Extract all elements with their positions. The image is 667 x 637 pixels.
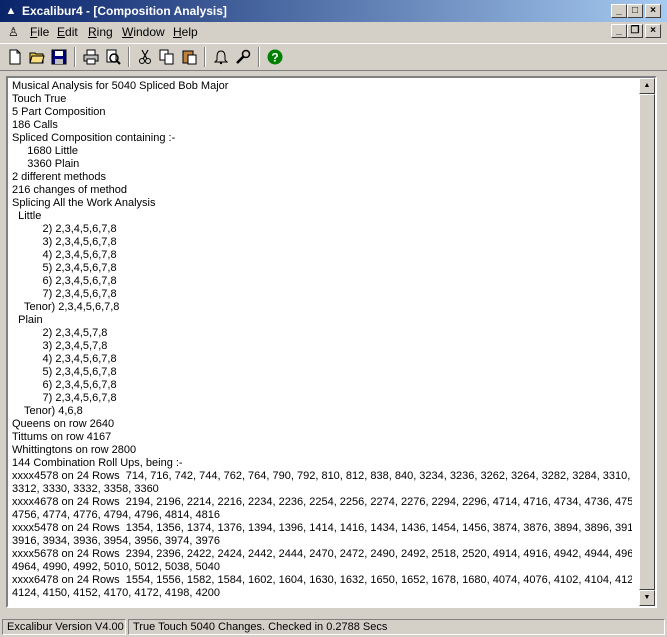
scroll-down-button[interactable]: ▼ [639, 590, 655, 606]
print-button[interactable] [80, 46, 102, 68]
text-line: 6) 2,3,4,5,6,7,8 [12, 275, 117, 287]
svg-text:?: ? [271, 51, 278, 65]
text-line: 5 Part Composition [12, 106, 106, 118]
text-line: 3312, 3330, 3332, 3358, 3360 [12, 483, 159, 495]
document-bell-icon[interactable]: ♙ [8, 25, 22, 39]
toolbar-separator [258, 47, 260, 67]
text-line: xxxx5478 on 24 Rows 1354, 1356, 1374, 13… [12, 522, 632, 534]
menu-bar: ♙ File Edit Ring Window Help [0, 22, 667, 42]
text-line: 1680 Little [12, 145, 79, 157]
text-line: 144 Combination Roll Ups, being :- [12, 457, 183, 469]
maximize-button[interactable]: □ [627, 4, 643, 18]
status-bar: Excalibur Version V4.00 True Touch 5040 … [0, 617, 667, 637]
menu-file[interactable]: File [30, 25, 49, 39]
print-preview-icon [106, 49, 121, 65]
bell-app-icon[interactable]: ▲ [4, 4, 18, 18]
menu-ring[interactable]: Ring [88, 25, 113, 39]
copy-icon [159, 49, 174, 65]
child-minimize-button[interactable]: _ [611, 24, 627, 38]
text-line: xxxx6478 on 24 Rows 1554, 1556, 1582, 15… [12, 574, 632, 586]
close-button[interactable]: × [645, 4, 661, 18]
text-line: 3) 2,3,4,5,7,8 [12, 340, 108, 352]
text-line: Whittingtons on row 2800 [12, 444, 137, 456]
paste-button[interactable] [178, 46, 200, 68]
status-version: Excalibur Version V4.00 [2, 619, 126, 635]
text-line: Plain [12, 314, 43, 326]
menu-edit[interactable]: Edit [57, 25, 78, 39]
text-line: 186 Calls [12, 119, 58, 131]
minimize-button[interactable]: _ [611, 4, 627, 18]
text-line: 4124, 4150, 4152, 4170, 4172, 4198, 4200 [12, 587, 220, 599]
text-line: Touch True [12, 93, 67, 105]
text-line: Splicing All the Work Analysis [12, 197, 156, 209]
toolbar-separator [204, 47, 206, 67]
text-line: 5) 2,3,4,5,6,7,8 [12, 366, 117, 378]
text-line: xxxx4578 on 24 Rows 714, 716, 742, 744, … [12, 470, 631, 482]
help-icon: ? [267, 49, 283, 65]
save-icon [51, 49, 67, 65]
text-line: 7) 2,3,4,5,6,7,8 [12, 392, 117, 404]
child-close-button[interactable]: × [645, 24, 661, 38]
text-line: Tittums on row 4167 [12, 431, 112, 443]
text-line: Tenor) 2,3,4,5,6,7,8 [12, 301, 120, 313]
cut-icon [139, 49, 151, 64]
text-line: Spliced Composition containing :- [12, 132, 176, 144]
bell-icon [213, 50, 229, 65]
text-line: 4756, 4774, 4776, 4794, 4796, 4814, 4816 [12, 509, 220, 521]
toolbar: ? [0, 43, 667, 71]
menu-help[interactable]: Help [173, 25, 198, 39]
text-line: 2) 2,3,4,5,7,8 [12, 327, 108, 339]
open-button[interactable] [26, 46, 48, 68]
text-line: 5) 2,3,4,5,6,7,8 [12, 262, 117, 274]
text-line: Little [12, 210, 42, 222]
vertical-scrollbar[interactable]: ▲ ▼ [639, 78, 655, 606]
new-file-button[interactable] [4, 46, 26, 68]
text-line: Musical Analysis for 5040 Spliced Bob Ma… [12, 80, 229, 92]
print-icon [83, 49, 99, 65]
text-line: 3916, 3934, 3936, 3954, 3956, 3974, 3976 [12, 535, 220, 547]
text-line: Queens on row 2640 [12, 418, 115, 430]
new-file-icon [9, 49, 21, 65]
help-button[interactable]: ? [264, 46, 286, 68]
print-preview-button[interactable] [102, 46, 124, 68]
tools-button[interactable] [232, 46, 254, 68]
text-line: 3360 Plain [12, 158, 80, 170]
composition-analysis-document[interactable]: Musical Analysis for 5040 Spliced Bob Ma… [6, 76, 657, 608]
text-line: 4964, 4990, 4992, 5010, 5012, 5038, 5040 [12, 561, 220, 573]
child-restore-button[interactable]: ❐ [627, 24, 643, 38]
text-line: 2) 2,3,4,5,6,7,8 [12, 223, 117, 235]
text-line: 2 different methods [12, 171, 106, 183]
toolbar-separator [128, 47, 130, 67]
window-title: Excalibur4 - [Composition Analysis] [22, 4, 227, 18]
save-button[interactable] [48, 46, 70, 68]
scroll-up-button[interactable]: ▲ [639, 78, 655, 94]
text-line: 4) 2,3,4,5,6,7,8 [12, 353, 117, 365]
paste-icon [182, 50, 197, 65]
scroll-thumb[interactable] [639, 94, 655, 590]
ring-button[interactable] [210, 46, 232, 68]
title-bar[interactable]: ▲ Excalibur4 - [Composition Analysis] _ … [0, 0, 667, 22]
text-line: xxxx5678 on 24 Rows 2394, 2396, 2422, 24… [12, 548, 632, 560]
text-line: 3) 2,3,4,5,6,7,8 [12, 236, 117, 248]
text-line: 7) 2,3,4,5,6,7,8 [12, 288, 117, 300]
cut-button[interactable] [134, 46, 156, 68]
text-line: 4) 2,3,4,5,6,7,8 [12, 249, 117, 261]
copy-button[interactable] [156, 46, 178, 68]
status-message: True Touch 5040 Changes. Checked in 0.27… [128, 619, 665, 635]
tools-icon [236, 49, 251, 64]
text-line: xxxx4678 on 24 Rows 2194, 2196, 2214, 22… [12, 496, 632, 508]
open-folder-icon [29, 52, 45, 64]
text-line: 6) 2,3,4,5,6,7,8 [12, 379, 117, 391]
menu-window[interactable]: Window [122, 25, 165, 39]
text-line: 216 changes of method [12, 184, 127, 196]
analysis-text[interactable]: Musical Analysis for 5040 Spliced Bob Ma… [12, 80, 632, 604]
toolbar-separator [74, 47, 76, 67]
text-line: Tenor) 4,6,8 [12, 405, 83, 417]
